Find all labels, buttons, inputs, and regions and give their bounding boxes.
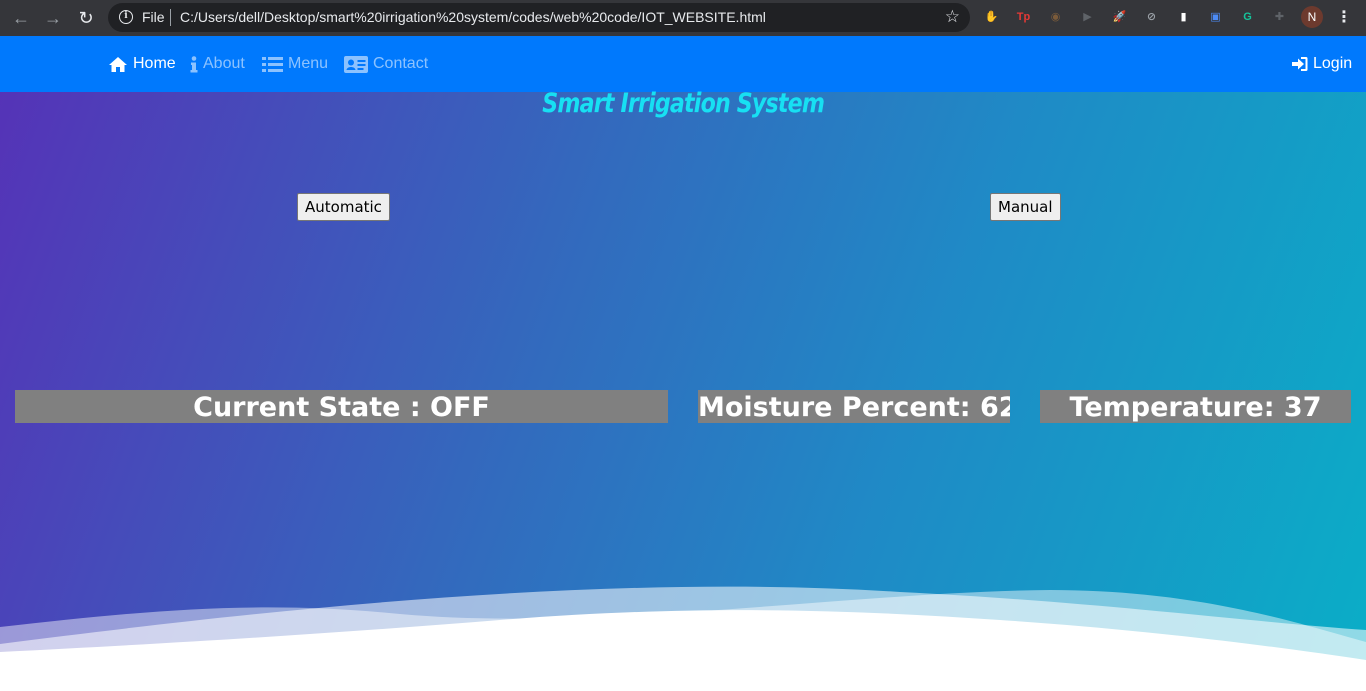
block-extension-icon[interactable]: ⊘ [1143, 9, 1160, 26]
site-info-icon[interactable]: i [119, 10, 133, 24]
grammarly-extension-icon[interactable]: G [1239, 9, 1256, 26]
nav-about-label: About [203, 55, 245, 72]
nav-item-contact[interactable]: Contact [344, 53, 428, 75]
contact-card-icon [344, 55, 368, 73]
nav-item-home[interactable]: Home [108, 53, 176, 75]
forward-arrow-icon[interactable]: → [42, 7, 64, 29]
home-icon [109, 56, 127, 72]
list-icon [262, 56, 283, 72]
screen-extension-icon[interactable]: ▣ [1207, 9, 1224, 26]
login-label: Login [1313, 55, 1353, 72]
browser-menu-icon[interactable]: ⋮ [1336, 7, 1352, 29]
top-navbar: Home About Menu Contact Login [0, 36, 1366, 92]
reload-icon[interactable]: ↻ [75, 7, 97, 29]
wave-decoration [0, 586, 1366, 691]
nav-menu-label: Menu [288, 55, 329, 72]
profile-avatar[interactable]: N [1301, 6, 1323, 28]
current-state-display: Current State : OFF [15, 390, 668, 423]
info-icon [190, 55, 198, 72]
video-extension-icon[interactable]: ▶ [1079, 9, 1096, 26]
nav-item-menu[interactable]: Menu [262, 53, 328, 75]
rocket-extension-icon[interactable]: 🚀 [1111, 9, 1128, 26]
bookmark-star-icon[interactable]: ☆ [945, 7, 960, 27]
web-page: Home About Menu Contact Login Smart Irri… [0, 36, 1366, 691]
owl-extension-icon[interactable]: ◉ [1047, 9, 1064, 26]
puzzle-extension-icon[interactable]: ✚ [1271, 9, 1288, 26]
moisture-display: Moisture Percent: 62 [698, 390, 1010, 423]
scheme-label: File [142, 9, 165, 25]
stop-extension-icon[interactable]: ✋ [983, 9, 1000, 26]
nav-item-about[interactable]: About [190, 53, 245, 75]
back-arrow-icon[interactable]: ← [10, 7, 32, 29]
nav-home-label: Home [133, 55, 176, 72]
login-link[interactable]: Login [1292, 53, 1352, 75]
chart-extension-icon[interactable]: ▮ [1175, 9, 1192, 26]
nav-contact-label: Contact [373, 55, 429, 72]
manual-button[interactable]: Manual [990, 193, 1061, 221]
tp-extension-icon[interactable]: Tp [1015, 9, 1032, 26]
sign-in-icon [1292, 57, 1308, 71]
site-title: Smart Irrigation System [542, 88, 825, 119]
url-text[interactable]: C:/Users/dell/Desktop/smart%20irrigation… [180, 9, 766, 25]
temperature-display: Temperature: 37 [1040, 390, 1351, 423]
address-bar[interactable]: i File C:/Users/dell/Desktop/smart%20irr… [108, 3, 970, 32]
address-separator [170, 9, 171, 26]
browser-toolbar: ← → ↻ i File C:/Users/dell/Desktop/smart… [0, 0, 1366, 36]
automatic-button[interactable]: Automatic [297, 193, 390, 221]
